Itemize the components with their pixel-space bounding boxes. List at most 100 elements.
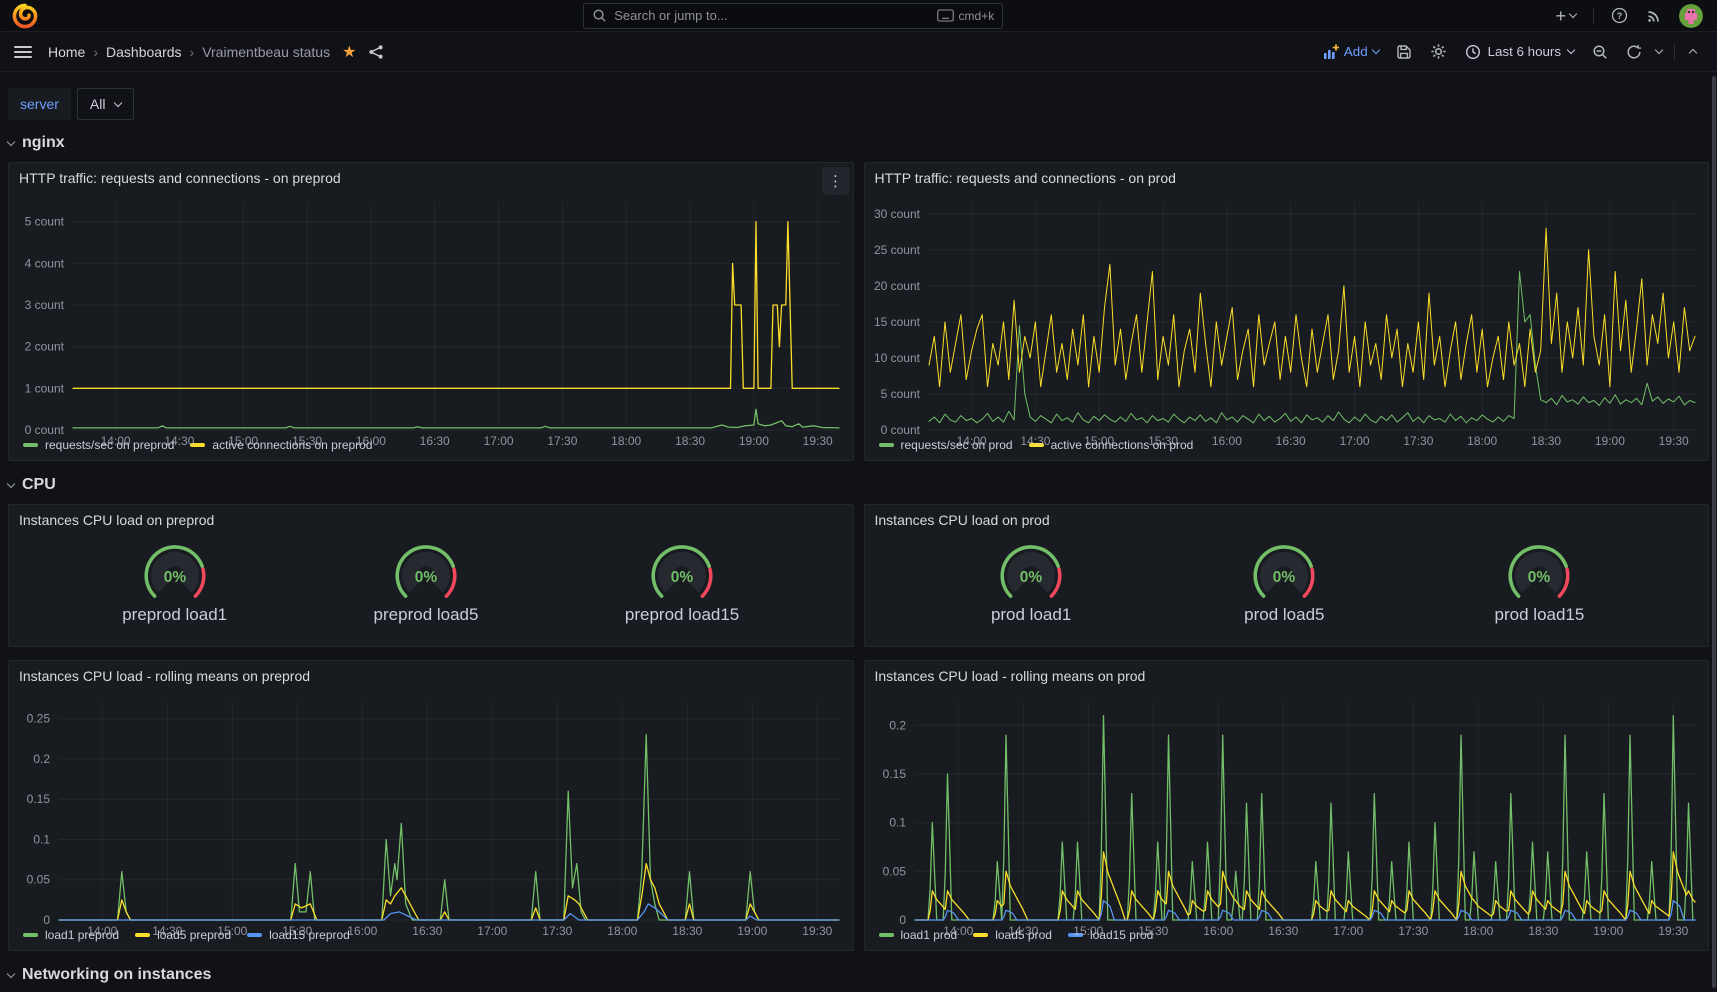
search-input[interactable]	[614, 8, 936, 23]
panel-title[interactable]: Instances CPU load on prod	[875, 512, 1050, 528]
svg-text:18:00: 18:00	[607, 924, 637, 938]
panel-http-prod: HTTP traffic: requests and connections -…	[864, 162, 1710, 461]
svg-text:0 count: 0 count	[25, 423, 65, 437]
kebab-icon: ⋮	[828, 172, 843, 190]
gauge: 0%prod load15	[1495, 537, 1585, 625]
row-header-cpu[interactable]: CPU	[8, 476, 1709, 494]
zoom-out-button[interactable]	[1584, 39, 1616, 65]
svg-text:18:30: 18:30	[675, 434, 705, 448]
chevron-down-icon	[1371, 46, 1379, 54]
svg-text:14:30: 14:30	[152, 924, 182, 938]
new-menu-button[interactable]: +	[1548, 5, 1583, 27]
chevron-down-icon	[1655, 46, 1663, 54]
breadcrumb-separator-icon: ›	[190, 44, 195, 60]
gauge-value: 0%	[163, 569, 186, 586]
svg-text:0: 0	[43, 913, 50, 927]
svg-text:0.15: 0.15	[27, 792, 51, 806]
share-icon[interactable]	[368, 44, 384, 60]
nginx-panels-row: ⋮ HTTP traffic: requests and connections…	[0, 162, 1717, 461]
dashboard-settings-button[interactable]	[1422, 38, 1455, 65]
gauge: 0%preprod load5	[374, 537, 479, 625]
breadcrumb-home[interactable]: Home	[48, 44, 85, 60]
panel-title[interactable]: HTTP traffic: requests and connections -…	[875, 170, 1176, 186]
refresh-button[interactable]	[1618, 39, 1650, 65]
dashboard-content: server All nginx ⋮ HTTP traffic: request…	[0, 72, 1717, 984]
variable-value-dropdown[interactable]: All	[77, 88, 135, 120]
time-series-plot[interactable]: 0 count5 count10 count15 count20 count25…	[865, 193, 1709, 436]
time-series-plot[interactable]: 00.050.10.150.20.2514:0014:3015:0015:301…	[9, 691, 853, 926]
gauge-label: prod load5	[1241, 605, 1327, 625]
plus-icon: +	[1555, 9, 1566, 23]
time-range-picker[interactable]: Last 6 hours	[1457, 39, 1582, 65]
add-button-label: Add	[1344, 44, 1368, 59]
panel-title[interactable]: Instances CPU load - rolling means on pr…	[19, 668, 310, 684]
svg-text:16:00: 16:00	[356, 434, 386, 448]
grafana-logo[interactable]	[12, 3, 38, 29]
svg-text:14:00: 14:00	[87, 924, 117, 938]
chevron-down-icon	[114, 98, 122, 106]
svg-text:15:30: 15:30	[282, 924, 312, 938]
panel-title[interactable]: Instances CPU load - rolling means on pr…	[875, 668, 1146, 684]
chevron-down-icon	[7, 970, 15, 978]
svg-text:16:00: 16:00	[1203, 924, 1233, 938]
svg-text:10 count: 10 count	[873, 351, 920, 365]
svg-text:18:30: 18:30	[1531, 434, 1561, 448]
chevron-down-icon	[7, 480, 15, 488]
svg-text:19:00: 19:00	[1594, 434, 1624, 448]
svg-text:16:00: 16:00	[347, 924, 377, 938]
avatar-image	[1679, 4, 1703, 28]
breadcrumb-separator-icon: ›	[93, 44, 98, 60]
svg-text:15:30: 15:30	[292, 434, 322, 448]
gauge-value: 0%	[1020, 569, 1043, 586]
news-button[interactable]	[1639, 4, 1669, 28]
svg-text:14:00: 14:00	[101, 434, 131, 448]
gear-icon	[1430, 43, 1447, 60]
svg-text:0.05: 0.05	[882, 864, 906, 878]
panel-title[interactable]: Instances CPU load on preprod	[19, 512, 214, 528]
row-header-networking[interactable]: Networking on instances	[8, 966, 1709, 984]
gauge-value: 0%	[1273, 569, 1296, 586]
time-series-plot[interactable]: 00.050.10.150.214:0014:3015:0015:3016:00…	[865, 691, 1709, 926]
refresh-interval-dropdown[interactable]	[1652, 46, 1666, 57]
divider	[1674, 44, 1675, 60]
svg-text:16:30: 16:30	[412, 924, 442, 938]
gauge-label: preprod load15	[625, 605, 739, 625]
row-header-nginx[interactable]: nginx	[8, 134, 1709, 152]
breadcrumb-dashboards[interactable]: Dashboards	[106, 44, 182, 60]
svg-text:15:30: 15:30	[1148, 434, 1178, 448]
help-button[interactable]: ?	[1604, 3, 1635, 28]
svg-text:0.25: 0.25	[27, 712, 51, 726]
divider	[1593, 8, 1594, 24]
svg-text:18:00: 18:00	[1463, 924, 1493, 938]
time-series-plot[interactable]: 0 count1 count2 count3 count4 count5 cou…	[9, 193, 853, 436]
scrollbar[interactable]	[1712, 76, 1716, 988]
svg-text:15:30: 15:30	[1138, 924, 1168, 938]
cpu-rolling-row: Instances CPU load - rolling means on pr…	[0, 660, 1717, 951]
svg-text:30 count: 30 count	[873, 207, 920, 221]
favorite-star-icon[interactable]: ★	[342, 42, 356, 62]
svg-text:14:30: 14:30	[164, 434, 194, 448]
panel-header: Instances CPU load - rolling means on pr…	[9, 661, 853, 691]
svg-text:0.2: 0.2	[33, 752, 50, 766]
save-dashboard-button[interactable]	[1388, 39, 1420, 65]
panel-menu-button[interactable]: ⋮	[822, 167, 850, 195]
gauge: 0%preprod load1	[122, 537, 227, 625]
panel-title[interactable]: HTTP traffic: requests and connections -…	[19, 170, 341, 186]
svg-text:19:30: 19:30	[803, 434, 833, 448]
search-box[interactable]: cmd+k	[583, 3, 1003, 29]
panel-cpu-gauges-prod: Instances CPU load on prod 0%prod load10…	[864, 504, 1710, 647]
panel-header: Instances CPU load on prod	[865, 505, 1709, 535]
avatar[interactable]	[1679, 4, 1703, 28]
svg-text:0.2: 0.2	[889, 718, 906, 732]
collapse-toolbar-button[interactable]	[1683, 43, 1703, 60]
svg-text:15:00: 15:00	[228, 434, 258, 448]
variable-label[interactable]: server	[8, 88, 71, 120]
chevron-down-icon	[1567, 46, 1575, 54]
bar-chart-plus-icon	[1323, 44, 1339, 60]
menu-toggle-icon[interactable]	[14, 45, 32, 59]
zoom-out-icon	[1592, 44, 1608, 60]
add-button[interactable]: Add	[1316, 40, 1386, 64]
svg-text:5 count: 5 count	[25, 215, 65, 229]
row-title: Networking on instances	[22, 966, 211, 984]
svg-text:15:00: 15:00	[1073, 924, 1103, 938]
